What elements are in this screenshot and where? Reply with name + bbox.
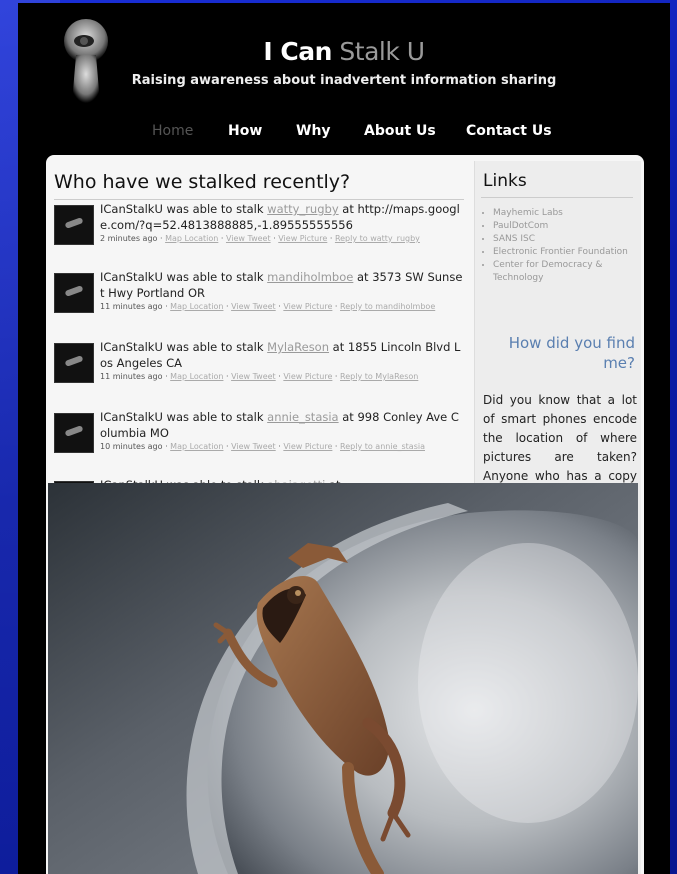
- tweet-photo-thumbnail[interactable]: [54, 343, 94, 383]
- user-link[interactable]: MylaReson: [267, 340, 329, 354]
- site-title: I Can Stalk U: [263, 37, 425, 66]
- entry-text: ICanStalkU was able to stalk watty_rugby…: [100, 201, 464, 245]
- nav-home[interactable]: Home: [152, 123, 193, 139]
- stalk-entry: ICanStalkU was able to stalk MylaReson a…: [54, 339, 464, 399]
- view-tweet-link[interactable]: View Tweet: [231, 442, 276, 451]
- frog-photo: [48, 483, 638, 874]
- divider: [481, 197, 633, 198]
- entry-meta: 10 minutes ago · Map Location · View Twe…: [100, 442, 425, 451]
- view-picture-link[interactable]: View Picture: [283, 302, 332, 311]
- map-location-link[interactable]: Map Location: [165, 234, 218, 243]
- map-location-link[interactable]: Map Location: [170, 302, 223, 311]
- entry-meta: 11 minutes ago · Map Location · View Twe…: [100, 302, 436, 311]
- entry-text: ICanStalkU was able to stalk mandiholmbo…: [100, 270, 463, 311]
- sidebar-link[interactable]: SANS ISC: [493, 233, 633, 246]
- reply-link[interactable]: Reply to MylaReson: [340, 372, 418, 381]
- divider: [54, 199, 464, 200]
- nav-how[interactable]: How: [228, 123, 262, 139]
- entry-text: ICanStalkU was able to stalk MylaReson a…: [100, 339, 464, 383]
- view-picture-link[interactable]: View Picture: [283, 442, 332, 451]
- reply-link[interactable]: Reply to annie_stasia: [340, 442, 425, 451]
- sidebar-link[interactable]: Mayhemic Labs: [493, 207, 633, 220]
- sidebar-link[interactable]: Center for Democracy & Technology: [493, 259, 633, 285]
- view-tweet-link[interactable]: View Tweet: [231, 302, 276, 311]
- entry-text: ICanStalkU was able to stalk annie_stasi…: [100, 409, 464, 453]
- nav-bar: Home How Why About Us Contact Us: [18, 123, 670, 147]
- nav-about-us[interactable]: About Us: [364, 123, 436, 139]
- view-tweet-link[interactable]: View Tweet: [226, 234, 271, 243]
- main-heading: Who have we stalked recently?: [54, 171, 351, 193]
- map-location-link[interactable]: Map Location: [170, 442, 223, 451]
- reply-link[interactable]: Reply to mandiholmboe: [340, 302, 435, 311]
- sidebar-link[interactable]: PaulDotCom: [493, 220, 633, 233]
- tweet-photo-thumbnail[interactable]: [54, 273, 94, 313]
- reply-link[interactable]: Reply to watty_rugby: [335, 234, 420, 243]
- nav-why[interactable]: Why: [296, 123, 331, 139]
- view-picture-link[interactable]: View Picture: [283, 372, 332, 381]
- sidebar-heading: Links: [483, 171, 527, 191]
- site-tagline: Raising awareness about inadvertent info…: [131, 73, 557, 88]
- stalk-entry: ICanStalkU was able to stalk mandiholmbo…: [54, 269, 464, 329]
- tweet-photo-thumbnail[interactable]: [54, 205, 94, 245]
- find-me-heading: How did you find me?: [508, 334, 635, 372]
- entry-meta: 2 minutes ago · Map Location · View Twee…: [100, 234, 420, 243]
- user-link[interactable]: watty_rugby: [267, 202, 338, 216]
- sidebar-links: Mayhemic Labs PaulDotCom SANS ISC Electr…: [481, 207, 633, 285]
- view-picture-link[interactable]: View Picture: [278, 234, 327, 243]
- user-link[interactable]: annie_stasia: [267, 410, 338, 424]
- stalk-entry: ICanStalkU was able to stalk watty_rugby…: [54, 201, 464, 261]
- stalk-entry: ICanStalkU was able to stalk annie_stasi…: [54, 409, 464, 469]
- sidebar-link[interactable]: Electronic Frontier Foundation: [493, 246, 633, 259]
- map-location-link[interactable]: Map Location: [170, 372, 223, 381]
- view-tweet-link[interactable]: View Tweet: [231, 372, 276, 381]
- user-link[interactable]: mandiholmboe: [267, 270, 353, 284]
- entry-meta: 11 minutes ago · Map Location · View Twe…: [100, 372, 419, 381]
- tweet-photo-thumbnail[interactable]: [54, 413, 94, 453]
- nav-contact-us[interactable]: Contact Us: [466, 123, 552, 139]
